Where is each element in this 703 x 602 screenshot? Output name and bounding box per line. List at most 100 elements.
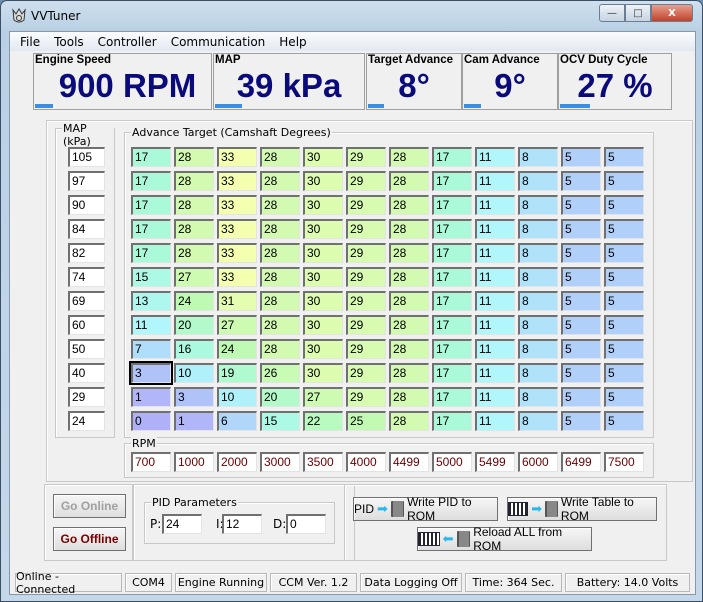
advance-cell[interactable]: 8	[518, 171, 558, 191]
advance-cell[interactable]: 17	[131, 147, 171, 167]
advance-cell[interactable]: 5	[561, 147, 601, 167]
advance-cell[interactable]: 5	[604, 243, 644, 263]
advance-cell[interactable]: 1	[174, 411, 214, 431]
advance-cell[interactable]: 31	[217, 291, 257, 311]
advance-cell[interactable]: 22	[303, 411, 343, 431]
rpm-input[interactable]: 6000	[518, 452, 558, 472]
advance-cell[interactable]: 11	[475, 315, 515, 335]
advance-cell[interactable]: 5	[604, 387, 644, 407]
advance-cell[interactable]: 30	[303, 171, 343, 191]
advance-cell[interactable]: 28	[389, 147, 429, 167]
advance-cell[interactable]: 28	[389, 315, 429, 335]
advance-cell[interactable]: 3	[174, 387, 214, 407]
map-input[interactable]: 24	[68, 411, 105, 431]
advance-cell[interactable]: 5	[604, 219, 644, 239]
advance-cell[interactable]: 5	[561, 339, 601, 359]
rpm-input[interactable]: 3000	[260, 452, 300, 472]
advance-cell[interactable]: 11	[475, 411, 515, 431]
menu-tools[interactable]: Tools	[47, 32, 91, 51]
advance-cell[interactable]: 7	[131, 339, 171, 359]
advance-cell[interactable]: 30	[303, 291, 343, 311]
advance-cell[interactable]: 29	[346, 171, 386, 191]
map-input[interactable]: 74	[68, 267, 105, 287]
advance-cell[interactable]: 17	[131, 219, 171, 239]
advance-cell[interactable]: 28	[174, 219, 214, 239]
menu-controller[interactable]: Controller	[91, 32, 164, 51]
write-pid-button[interactable]: PID ➡ Write PID to ROM	[353, 495, 498, 523]
advance-cell[interactable]: 28	[389, 171, 429, 191]
map-input[interactable]: 29	[68, 387, 105, 407]
advance-cell[interactable]: 8	[518, 147, 558, 167]
d-input[interactable]: 0	[286, 514, 326, 534]
advance-cell[interactable]: 5	[561, 243, 601, 263]
advance-cell[interactable]: 33	[217, 267, 257, 287]
advance-cell[interactable]: 30	[303, 219, 343, 239]
advance-cell[interactable]: 30	[303, 315, 343, 335]
advance-cell[interactable]: 5	[561, 387, 601, 407]
advance-cell[interactable]: 17	[432, 219, 472, 239]
advance-cell[interactable]: 8	[518, 363, 558, 383]
advance-cell[interactable]: 5	[604, 147, 644, 167]
advance-cell[interactable]: 19	[217, 363, 257, 383]
advance-cell[interactable]: 28	[389, 219, 429, 239]
advance-cell[interactable]: 28	[260, 339, 300, 359]
advance-cell[interactable]: 30	[303, 195, 343, 215]
advance-cell[interactable]: 17	[432, 267, 472, 287]
advance-cell[interactable]: 5	[561, 171, 601, 191]
advance-cell[interactable]: 29	[346, 363, 386, 383]
advance-cell[interactable]: 5	[604, 267, 644, 287]
write-table-button[interactable]: ➡ Write Table to ROM	[507, 495, 657, 523]
advance-cell[interactable]: 30	[303, 267, 343, 287]
advance-cell[interactable]: 11	[475, 363, 515, 383]
advance-cell[interactable]: 5	[561, 267, 601, 287]
advance-cell[interactable]: 5	[561, 411, 601, 431]
advance-cell[interactable]: 17	[131, 171, 171, 191]
i-input[interactable]: 12	[222, 514, 262, 534]
advance-cell[interactable]: 28	[174, 147, 214, 167]
advance-cell[interactable]: 30	[303, 339, 343, 359]
advance-cell[interactable]: 5	[561, 219, 601, 239]
advance-cell[interactable]: 27	[174, 267, 214, 287]
advance-cell[interactable]: 13	[131, 291, 171, 311]
advance-cell[interactable]: 17	[432, 315, 472, 335]
advance-cell[interactable]: 5	[604, 315, 644, 335]
advance-cell[interactable]: 28	[260, 171, 300, 191]
advance-cell[interactable]: 11	[131, 315, 171, 335]
advance-cell[interactable]: 28	[260, 147, 300, 167]
advance-cell[interactable]: 5	[561, 363, 601, 383]
advance-cell[interactable]: 33	[217, 243, 257, 263]
advance-cell[interactable]: 20	[174, 315, 214, 335]
advance-cell[interactable]: 24	[174, 291, 214, 311]
advance-cell[interactable]: 28	[389, 267, 429, 287]
advance-cell[interactable]: 28	[389, 411, 429, 431]
advance-cell[interactable]: 28	[389, 387, 429, 407]
advance-cell[interactable]: 30	[303, 363, 343, 383]
map-input[interactable]: 97	[68, 171, 105, 191]
advance-cell[interactable]: 10	[217, 387, 257, 407]
advance-cell[interactable]: 11	[475, 267, 515, 287]
map-input[interactable]: 82	[68, 243, 105, 263]
advance-cell[interactable]: 28	[389, 243, 429, 263]
advance-cell[interactable]: 17	[131, 243, 171, 263]
advance-cell[interactable]: 29	[346, 315, 386, 335]
rpm-input[interactable]: 4000	[346, 452, 386, 472]
go-online-button[interactable]: Go Online	[53, 494, 126, 518]
advance-cell[interactable]: 6	[217, 411, 257, 431]
advance-cell[interactable]: 30	[303, 243, 343, 263]
advance-cell[interactable]: 3	[129, 361, 173, 385]
reload-all-button[interactable]: ⬅ Reload ALL from ROM	[417, 525, 592, 553]
advance-cell[interactable]: 11	[475, 171, 515, 191]
advance-cell[interactable]: 28	[260, 267, 300, 287]
advance-cell[interactable]: 8	[518, 291, 558, 311]
advance-cell[interactable]: 10	[174, 363, 214, 383]
advance-cell[interactable]: 28	[260, 315, 300, 335]
advance-cell[interactable]: 17	[432, 195, 472, 215]
map-input[interactable]: 84	[68, 219, 105, 239]
advance-cell[interactable]: 8	[518, 315, 558, 335]
rpm-input[interactable]: 700	[131, 452, 171, 472]
advance-cell[interactable]: 5	[604, 363, 644, 383]
advance-cell[interactable]: 33	[217, 171, 257, 191]
advance-cell[interactable]: 28	[260, 195, 300, 215]
advance-cell[interactable]: 27	[303, 387, 343, 407]
advance-cell[interactable]: 8	[518, 411, 558, 431]
